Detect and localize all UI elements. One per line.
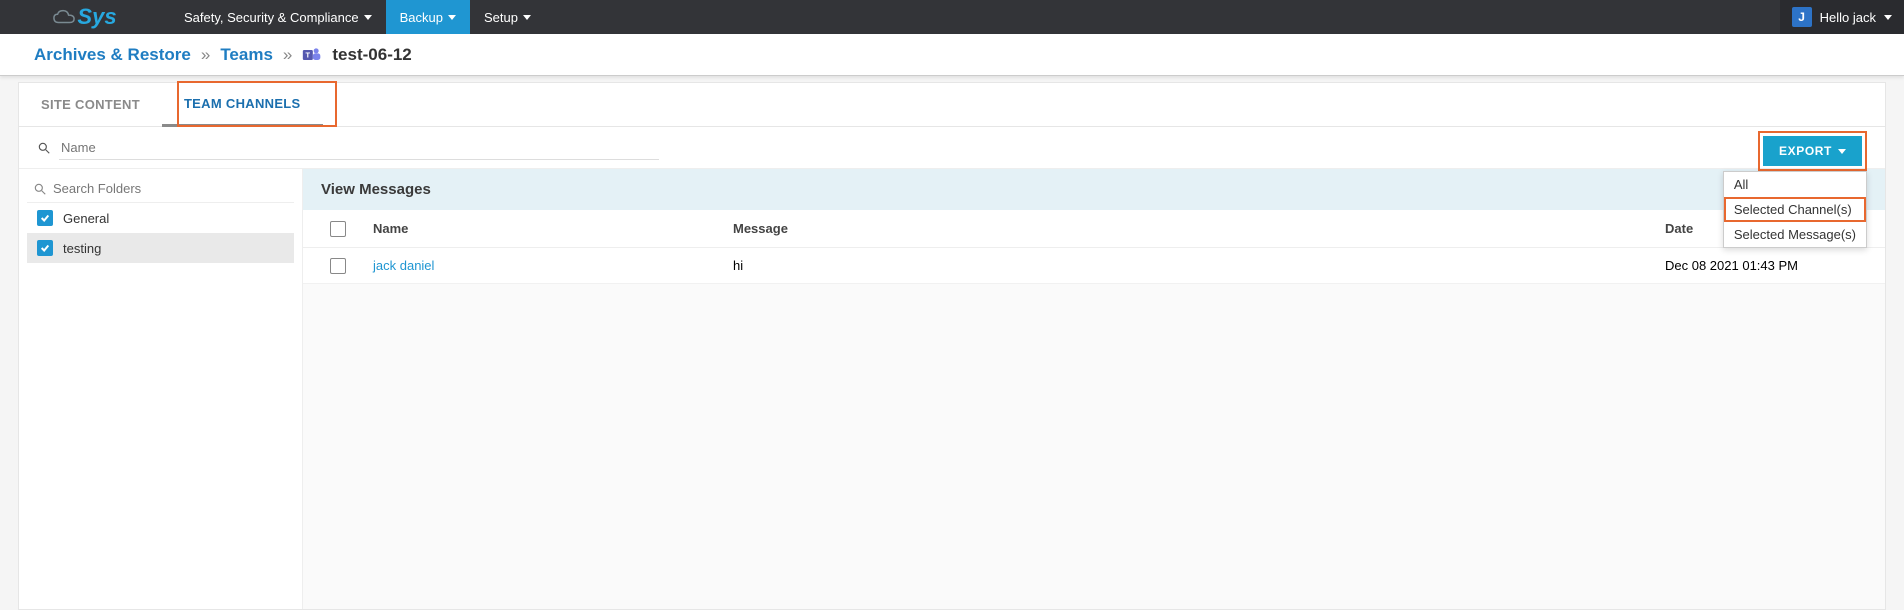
breadcrumb-sep: » (283, 45, 292, 65)
toolbar: EXPORT All Selected Channel(s) Selected … (19, 127, 1885, 169)
tab-site-content[interactable]: SITE CONTENT (19, 83, 162, 126)
row-checkbox[interactable] (330, 258, 346, 274)
row-name-link[interactable]: jack daniel (373, 258, 434, 273)
chevron-down-icon (364, 15, 372, 20)
svg-text:T: T (306, 50, 311, 59)
nav-backup[interactable]: Backup (386, 0, 470, 34)
export-button[interactable]: EXPORT (1763, 136, 1862, 166)
select-all-checkbox[interactable] (330, 221, 346, 237)
cloud-icon (53, 9, 75, 25)
checkbox-checked-icon[interactable] (37, 210, 53, 226)
export-menu: All Selected Channel(s) Selected Message… (1723, 171, 1867, 248)
tab-team-channels[interactable]: TEAM CHANNELS (162, 83, 323, 127)
chevron-down-icon (448, 15, 456, 20)
tabs: SITE CONTENT TEAM CHANNELS (19, 83, 1885, 127)
column-name[interactable]: Name (373, 221, 733, 236)
export-label: EXPORT (1779, 144, 1832, 158)
user-greeting: Hello jack (1820, 10, 1876, 25)
search-icon (33, 182, 47, 196)
row-message: hi (733, 258, 1665, 273)
messages-header-row: Name Message Date (303, 210, 1885, 248)
chevron-down-icon (1838, 149, 1846, 154)
checkbox-checked-icon[interactable] (37, 240, 53, 256)
breadcrumb-root[interactable]: Archives & Restore (34, 45, 191, 65)
folder-search-placeholder: Search Folders (53, 181, 141, 196)
user-menu[interactable]: J Hello jack (1780, 0, 1904, 34)
row-date: Dec 08 2021 01:43 PM (1665, 258, 1885, 273)
teams-icon: T (302, 45, 322, 65)
nav-label: Setup (484, 10, 518, 25)
nav-label: Safety, Security & Compliance (184, 10, 359, 25)
folder-item-testing[interactable]: testing (27, 233, 294, 263)
folder-search[interactable]: Search Folders (27, 175, 294, 203)
folders-sidebar: Search Folders General testing (19, 169, 303, 609)
breadcrumb: Archives & Restore » Teams » T test-06-1… (0, 34, 1904, 76)
logo[interactable]: Sys (0, 0, 170, 34)
breadcrumb-teams[interactable]: Teams (220, 45, 273, 65)
folder-item-general[interactable]: General (27, 203, 294, 233)
top-nav: Sys Safety, Security & Compliance Backup… (0, 0, 1904, 34)
nav-safety-security[interactable]: Safety, Security & Compliance (170, 0, 386, 34)
messages-panel: View Messages Name Message Date jack dan… (303, 169, 1885, 609)
nav-setup[interactable]: Setup (470, 0, 545, 34)
name-search-input[interactable] (59, 136, 659, 160)
export-menu-selected-channels[interactable]: Selected Channel(s) (1724, 197, 1866, 222)
table-row[interactable]: jack daniel hi Dec 08 2021 01:43 PM (303, 248, 1885, 284)
folder-label: General (63, 211, 109, 226)
folder-label: testing (63, 241, 101, 256)
breadcrumb-title: test-06-12 (332, 45, 411, 65)
highlight-box: EXPORT (1758, 131, 1867, 171)
user-avatar: J (1792, 7, 1812, 27)
messages-panel-title: View Messages (303, 169, 1885, 210)
export-menu-selected-messages[interactable]: Selected Message(s) (1724, 222, 1866, 247)
content-region: SITE CONTENT TEAM CHANNELS EXPORT All Se… (18, 82, 1886, 610)
breadcrumb-sep: » (201, 45, 210, 65)
search-icon (37, 141, 51, 155)
chevron-down-icon (523, 15, 531, 20)
chevron-down-icon (1884, 15, 1892, 20)
column-message[interactable]: Message (733, 221, 1665, 236)
nav-label: Backup (400, 10, 443, 25)
export-menu-all[interactable]: All (1724, 172, 1866, 197)
